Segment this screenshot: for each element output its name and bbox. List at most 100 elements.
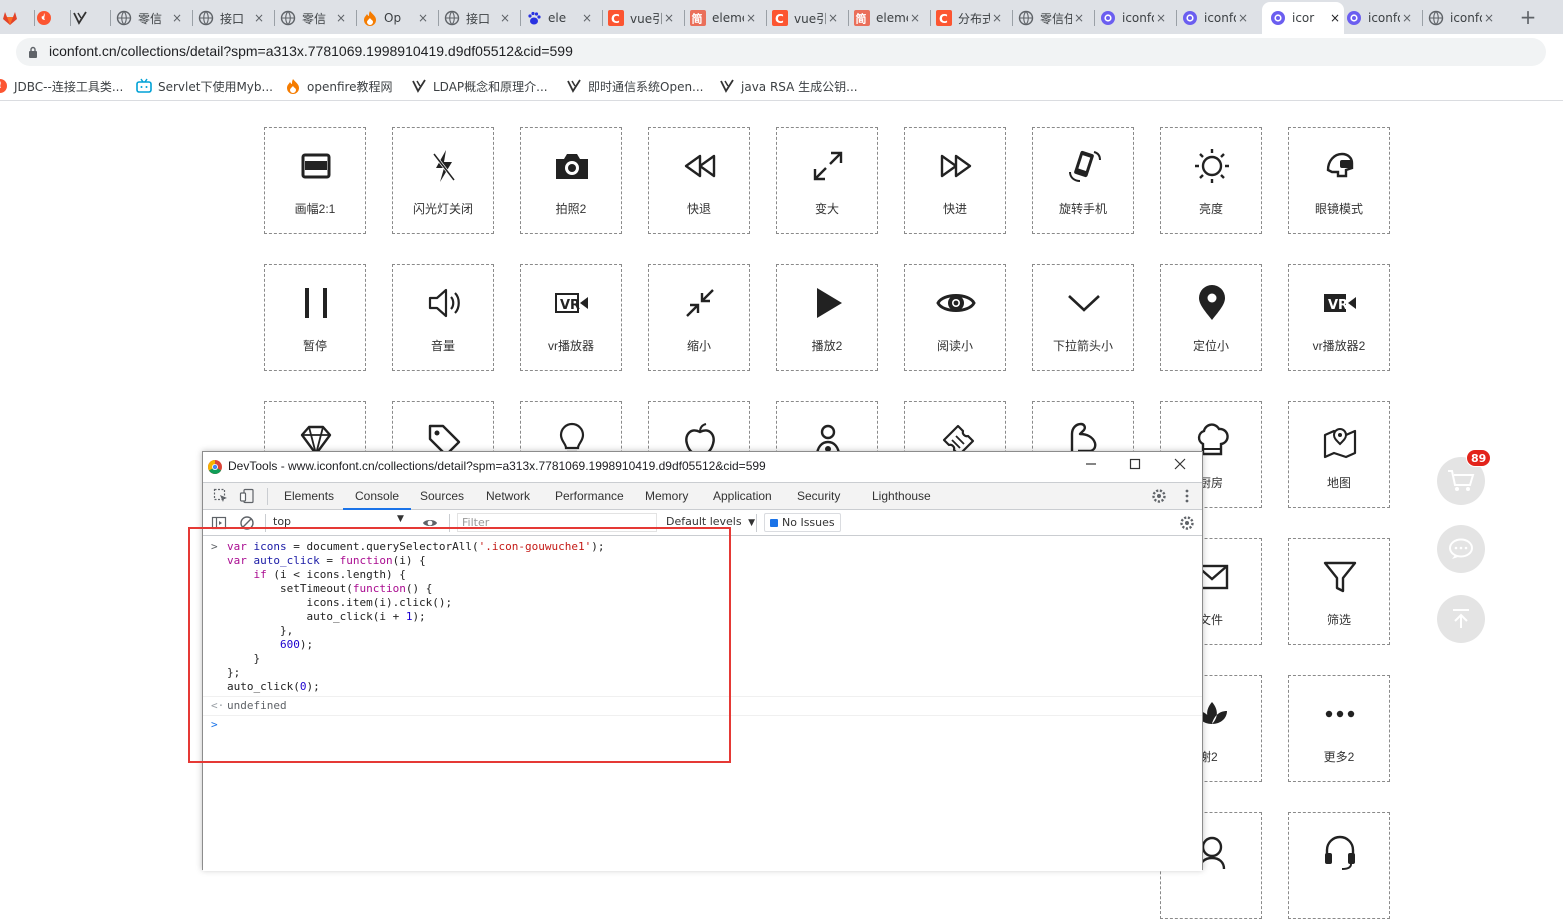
icon-card[interactable]: 快进	[904, 127, 1006, 234]
address-bar[interactable]: iconfont.cn/collections/detail?spm=a313x…	[16, 38, 1546, 66]
icon-card[interactable]: 地图	[1288, 401, 1390, 508]
devtools-tab-network[interactable]: Network	[486, 483, 530, 510]
lock-icon[interactable]	[28, 46, 38, 58]
bookmark-item[interactable]: 即时通信系统Open...	[566, 76, 704, 96]
close-window-button[interactable]	[1166, 455, 1194, 477]
browser-tab[interactable]: 简 elemen×	[690, 4, 760, 32]
browser-tab[interactable]: ele ×	[526, 4, 596, 32]
bookmark-item[interactable]: openfire教程网	[285, 76, 393, 96]
close-tab-icon[interactable]: ×	[418, 11, 432, 25]
browser-tab[interactable]: 零信任 ×	[1018, 4, 1088, 32]
url-text[interactable]: iconfont.cn/collections/detail?spm=a313x…	[49, 43, 573, 59]
browser-tab[interactable]: iconfor×	[1182, 4, 1252, 32]
browser-tab[interactable]: 接口 ×	[444, 4, 514, 32]
devtools-tab-sources[interactable]: Sources	[420, 483, 464, 510]
new-tab-button[interactable]: +	[1516, 6, 1540, 30]
close-tab-icon[interactable]: ×	[172, 11, 186, 25]
tab-title: Op	[384, 11, 402, 25]
icon-card[interactable]: 眼镜模式	[1288, 127, 1390, 234]
devtools-tab-performance[interactable]: Performance	[555, 483, 624, 510]
devtools-tab-elements[interactable]: Elements	[284, 483, 334, 510]
bookmark-item[interactable]: java RSA 生成公钥...	[719, 76, 858, 96]
close-tab-icon[interactable]: ×	[746, 11, 760, 25]
devtools-tab-application[interactable]: Application	[713, 483, 772, 510]
close-tab-icon[interactable]: ×	[1238, 11, 1252, 25]
icon-card[interactable]: 变大	[776, 127, 878, 234]
icon-card[interactable]: 下拉箭头小	[1032, 264, 1134, 371]
back-to-top-button[interactable]	[1437, 595, 1485, 643]
inspect-element-icon[interactable]	[213, 488, 229, 504]
bookmark-item[interactable]: JDBC--连接工具类...	[0, 76, 123, 96]
live-expression-eye-icon[interactable]	[422, 515, 438, 531]
context-selector[interactable]: top ▼	[273, 514, 409, 531]
browser-tab[interactable]	[2, 4, 30, 32]
minimize-button[interactable]	[1077, 455, 1105, 477]
more-options-icon[interactable]	[1179, 488, 1195, 504]
close-tab-icon[interactable]: ×	[1156, 11, 1170, 25]
close-tab-icon[interactable]: ×	[254, 11, 268, 25]
browser-tab[interactable]: C 分布式锁×	[936, 4, 1006, 32]
close-tab-icon[interactable]: ×	[992, 11, 1006, 25]
icon-card[interactable]: 拍照2	[520, 127, 622, 234]
icon-card[interactable]: VR vr播放器	[520, 264, 622, 371]
console-output[interactable]: > var icons = document.querySelectorAll(…	[203, 537, 1202, 871]
close-tab-icon[interactable]: ×	[500, 11, 514, 25]
browser-tab[interactable]: iconfor×	[1346, 4, 1416, 32]
close-tab-icon[interactable]: ×	[1484, 11, 1498, 25]
browser-tab[interactable]: Cvue引用×	[608, 4, 678, 32]
tab-title: ele	[548, 11, 567, 25]
icon-card[interactable]: 亮度	[1160, 127, 1262, 234]
browser-tab[interactable]: 零信 ×	[116, 4, 186, 32]
close-tab-icon[interactable]: ×	[828, 11, 842, 25]
code-line: icons.item(i).click();	[227, 596, 453, 609]
bookmark-item[interactable]: LDAP概念和原理介...	[411, 76, 548, 96]
close-tab-icon[interactable]: ×	[336, 11, 350, 25]
devtools-tab-memory[interactable]: Memory	[645, 483, 688, 510]
browser-tab[interactable]	[36, 4, 66, 32]
browser-tab[interactable]	[72, 4, 106, 32]
icon-card[interactable]: 暂停	[264, 264, 366, 371]
chat-button[interactable]	[1437, 525, 1485, 573]
show-sidebar-icon[interactable]	[211, 515, 227, 531]
browser-tab[interactable]: icor ×	[1262, 2, 1344, 34]
settings-gear-icon[interactable]	[1151, 488, 1167, 504]
icon-card[interactable]	[1288, 812, 1390, 919]
icon-card[interactable]: 旋转手机	[1032, 127, 1134, 234]
icon-card[interactable]: 定位小	[1160, 264, 1262, 371]
icon-card[interactable]: 音量	[392, 264, 494, 371]
browser-tab[interactable]: Op ×	[362, 4, 432, 32]
console-filter-input[interactable]: Filter	[457, 513, 657, 532]
devtools-tab-console[interactable]: Console	[343, 483, 412, 510]
icon-card[interactable]: VR vr播放器2	[1288, 264, 1390, 371]
console-settings-icon[interactable]	[1179, 515, 1195, 531]
browser-tab[interactable]: iconfor×	[1100, 4, 1170, 32]
icon-card[interactable]: 播放2	[776, 264, 878, 371]
close-tab-icon[interactable]: ×	[910, 11, 924, 25]
browser-tab[interactable]: 接口 ×	[198, 4, 268, 32]
icon-card[interactable]: 快退	[648, 127, 750, 234]
clear-console-icon[interactable]	[239, 515, 255, 531]
devtools-tab-lighthouse[interactable]: Lighthouse	[872, 483, 931, 510]
issues-button[interactable]: No Issues	[764, 513, 841, 532]
browser-tab[interactable]: Cvue引用×	[772, 4, 842, 32]
log-levels-dropdown[interactable]: Default levels ▼	[666, 515, 755, 528]
close-tab-icon[interactable]: ×	[1330, 11, 1344, 25]
icon-card[interactable]: 闪光灯关闭	[392, 127, 494, 234]
devtools-tab-security[interactable]: Security	[797, 483, 840, 510]
icon-card[interactable]: 阅读小	[904, 264, 1006, 371]
icon-card[interactable]: 缩小	[648, 264, 750, 371]
icon-card[interactable]: 更多2	[1288, 675, 1390, 782]
bookmark-item[interactable]: Servlet下使用Myb...	[136, 76, 273, 96]
close-tab-icon[interactable]: ×	[582, 11, 596, 25]
browser-tab[interactable]: iconfor×	[1428, 4, 1498, 32]
close-tab-icon[interactable]: ×	[1074, 11, 1088, 25]
device-toolbar-icon[interactable]	[239, 488, 255, 504]
browser-tab[interactable]: 零信 ×	[280, 4, 350, 32]
icon-card[interactable]: 筛选	[1288, 538, 1390, 645]
browser-tab[interactable]: 简 elemen×	[854, 4, 924, 32]
icon-label: 画幅2:1	[294, 202, 336, 216]
close-tab-icon[interactable]: ×	[664, 11, 678, 25]
icon-card[interactable]: 画幅2:1	[264, 127, 366, 234]
close-tab-icon[interactable]: ×	[1402, 11, 1416, 25]
maximize-button[interactable]	[1121, 455, 1149, 477]
